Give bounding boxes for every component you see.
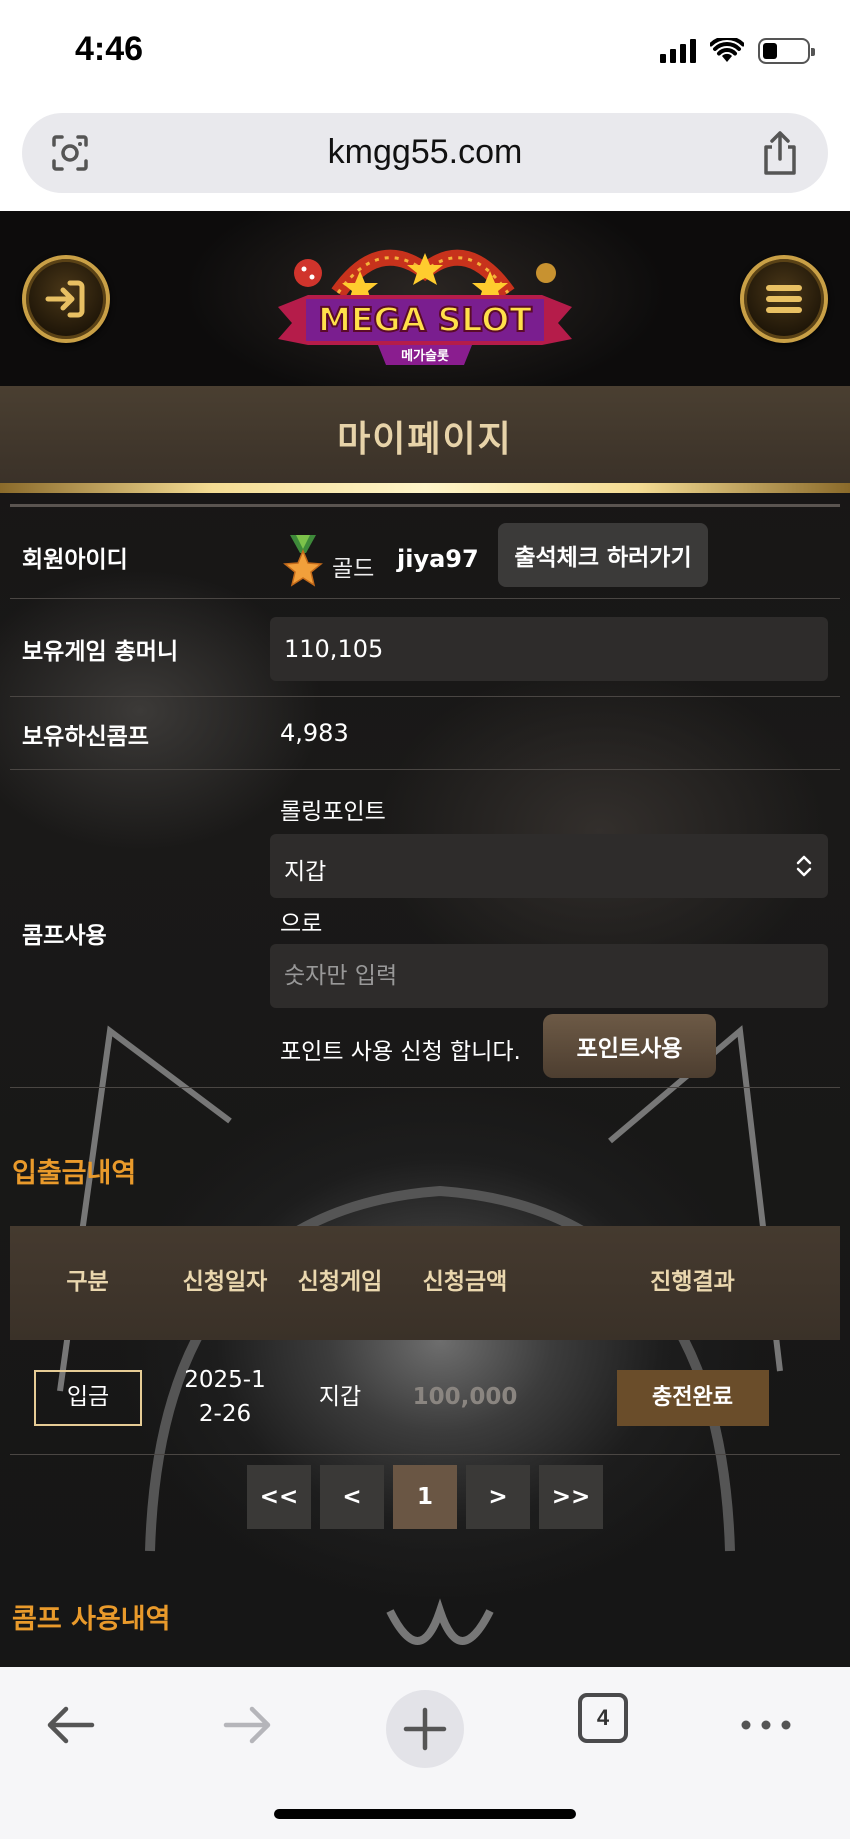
more-icon[interactable] xyxy=(738,1695,794,1755)
point-amount-input[interactable] xyxy=(270,944,828,1008)
prev-page-button[interactable]: < xyxy=(320,1465,384,1529)
status-icons xyxy=(660,38,815,64)
page-title-bar: 마이페이지 xyxy=(0,386,850,486)
pagination: << < 1 > >> xyxy=(247,1465,603,1529)
history-table-header: 구분 신청일자 신청게임 신청금액 진행결과 xyxy=(10,1226,840,1340)
header-game: 신청게임 xyxy=(297,1269,383,1296)
result-badge: 충전완료 xyxy=(616,1369,769,1426)
tabs-count-button[interactable]: 4 xyxy=(578,1693,628,1743)
select-arrows-icon xyxy=(796,855,812,877)
table-row: 입금 2025-12-26 지갑 100,000 충전완료 xyxy=(10,1340,840,1455)
page-1-button[interactable]: 1 xyxy=(393,1465,457,1529)
header-amount: 신청금액 xyxy=(422,1269,508,1296)
home-indicator xyxy=(274,1809,576,1819)
wallet-select[interactable]: 지갑 xyxy=(270,834,828,898)
member-id-row: 회원아이디 골드 jiya97 출석체크 하러가기 xyxy=(10,504,840,598)
game-money-label: 보유게임 총머니 xyxy=(22,639,179,665)
point-use-button[interactable]: 포인트사용 xyxy=(543,1014,716,1078)
back-arrow-icon[interactable] xyxy=(42,1695,98,1755)
point-apply-text: 포인트 사용 신청 합니다. xyxy=(280,1039,521,1065)
header-date: 신청일자 xyxy=(182,1269,268,1296)
status-bar: 4:46 xyxy=(0,0,850,105)
hamburger-menu-icon xyxy=(766,285,802,313)
deposit-history-title: 입출금내역 xyxy=(12,1158,137,1189)
logo-subtext: 메가슬롯 xyxy=(401,349,449,364)
browser-toolbar: 4 xyxy=(0,1667,850,1839)
request-amount: 100,000 xyxy=(412,1383,518,1410)
member-grade: 골드 xyxy=(332,556,375,582)
next-page-button[interactable]: > xyxy=(466,1465,530,1529)
site-content: MEGA SLOT 메가슬롯 마이페이지 회원아이디 골드 jiya97 출석체… xyxy=(0,211,850,1667)
comp-use-label: 콤프사용 xyxy=(22,923,107,949)
comp-use-row: 콤프사용 롤링포인트 지갑 으로 포인트 사용 신청 합니다. 포인트사용 xyxy=(10,769,840,1087)
request-date: 2025-12-26 xyxy=(184,1367,266,1427)
login-button[interactable] xyxy=(22,255,110,343)
logo-text: MEGA SLOT xyxy=(318,300,532,339)
attendance-check-button[interactable]: 출석체크 하러가기 xyxy=(498,523,708,587)
to-label: 으로 xyxy=(280,911,323,937)
plus-icon xyxy=(403,1707,447,1751)
address-bar[interactable]: kmgg55.com xyxy=(22,113,828,193)
type-badge: 입금 xyxy=(34,1369,142,1426)
cellular-signal-icon xyxy=(660,39,696,63)
game-money-field: 110,105 xyxy=(270,617,828,681)
browser-address-area: kmgg55.com xyxy=(0,105,850,211)
wifi-icon xyxy=(710,38,744,62)
url-text: kmgg55.com xyxy=(327,133,523,171)
rolling-point-label: 롤링포인트 xyxy=(280,799,386,825)
comp-balance-value: 4,983 xyxy=(280,719,349,747)
comp-balance-label: 보유하신콤프 xyxy=(22,724,149,750)
comp-balance-row: 보유하신콤프 4,983 xyxy=(10,696,840,769)
header-type: 구분 xyxy=(66,1269,109,1296)
member-id-label: 회원아이디 xyxy=(22,547,128,573)
first-page-button[interactable]: << xyxy=(247,1465,311,1529)
game-money-row: 보유게임 총머니 110,105 xyxy=(10,598,840,696)
comp-history-title: 콤프 사용내역 xyxy=(12,1604,171,1635)
gold-grade-medal-icon xyxy=(283,535,323,587)
share-icon[interactable] xyxy=(758,129,802,177)
last-page-button[interactable]: >> xyxy=(539,1465,603,1529)
login-icon xyxy=(45,280,85,318)
member-info-table: 회원아이디 골드 jiya97 출석체크 하러가기 보유게임 총머니 110,1… xyxy=(10,504,840,1088)
site-header: MEGA SLOT 메가슬롯 xyxy=(0,211,850,386)
battery-icon xyxy=(758,38,815,64)
gold-divider xyxy=(0,483,850,493)
status-time: 4:46 xyxy=(75,30,144,68)
request-game: 지갑 xyxy=(318,1383,362,1410)
new-tab-button[interactable] xyxy=(386,1690,464,1768)
mega-slot-logo[interactable]: MEGA SLOT 메가슬롯 xyxy=(268,241,582,371)
menu-button[interactable] xyxy=(740,255,828,343)
header-result: 진행결과 xyxy=(650,1269,735,1296)
wallet-select-value: 지갑 xyxy=(284,859,327,885)
page-title: 마이페이지 xyxy=(337,419,513,460)
user-id: jiya97 xyxy=(397,545,479,573)
forward-arrow-icon[interactable] xyxy=(220,1695,276,1755)
